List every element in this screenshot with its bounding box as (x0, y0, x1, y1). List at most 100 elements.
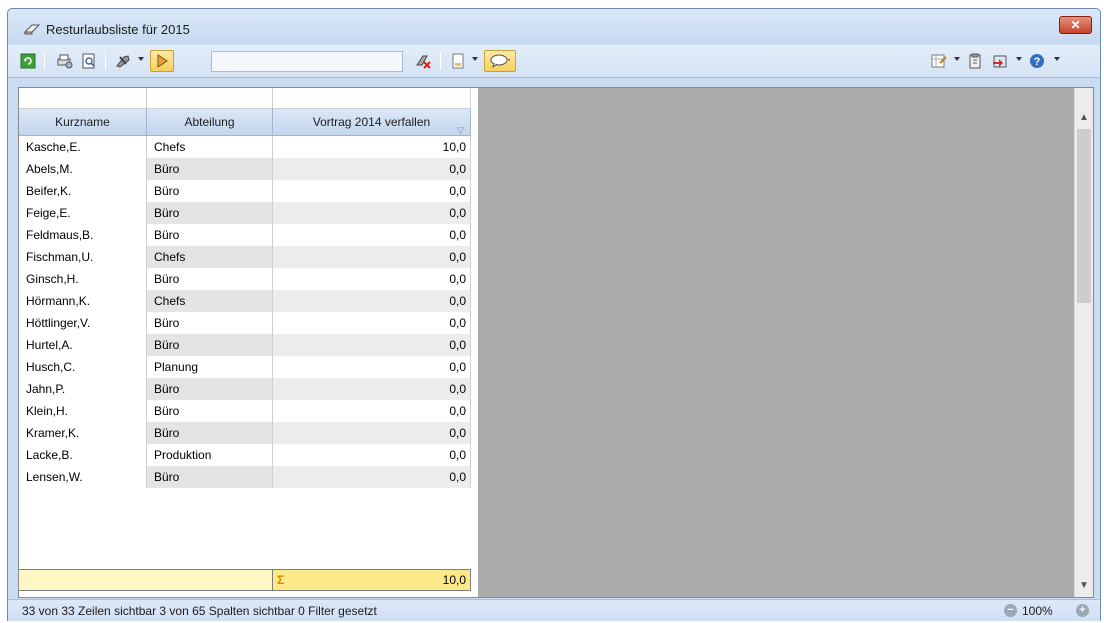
table-row[interactable]: Klein,H. Büro 0,0 (19, 400, 471, 422)
table-row[interactable]: Ginsch,H. Büro 0,0 (19, 268, 471, 290)
vortrag-cell[interactable]: 10,0 (273, 136, 471, 158)
vortrag-cell[interactable]: 0,0 (273, 400, 471, 422)
abteilung-cell[interactable]: Büro (147, 334, 273, 356)
kurzname-cell[interactable]: Husch,C. (19, 356, 147, 378)
scroll-thumb[interactable] (1077, 129, 1091, 303)
tools-icon[interactable] (112, 50, 134, 72)
vortrag-cell[interactable]: 0,0 (273, 422, 471, 444)
kurzname-cell[interactable]: Höttlinger,V. (19, 312, 147, 334)
abteilung-cell[interactable]: Büro (147, 466, 273, 488)
vortrag-cell[interactable]: 0,0 (273, 158, 471, 180)
export-dropdown-icon[interactable] (954, 57, 960, 61)
filter-icon[interactable] (150, 50, 174, 72)
document-dropdown-icon[interactable] (472, 57, 478, 61)
vortrag-cell[interactable]: 0,0 (273, 312, 471, 334)
document-icon[interactable] (448, 50, 468, 72)
abteilung-cell[interactable]: Büro (147, 312, 273, 334)
vertical-scrollbar[interactable]: ▲ ▼ (1074, 88, 1093, 597)
vortrag-cell[interactable]: 0,0 (273, 334, 471, 356)
help-icon[interactable]: ? (1026, 50, 1048, 72)
kurzname-cell[interactable]: Beifer,K. (19, 180, 147, 202)
table-row[interactable]: Fischman,U. Chefs 0,0 (19, 246, 471, 268)
window-title: Resturlaubsliste für 2015 (46, 22, 190, 37)
vortrag-cell[interactable]: 0,0 (273, 246, 471, 268)
column-header-vortrag[interactable]: Vortrag 2014 verfallen ▽ (273, 109, 471, 136)
abteilung-cell[interactable]: Büro (147, 400, 273, 422)
kurzname-cell[interactable]: Jahn,P. (19, 378, 147, 400)
abteilung-cell[interactable]: Chefs (147, 246, 273, 268)
table-body: Kasche,E. Chefs 10,0 Abels,M. Büro 0,0 Beifer,… (19, 136, 471, 569)
table-row[interactable]: Husch,C. Planung 0,0 (19, 356, 471, 378)
table-row[interactable]: Hörmann,K. Chefs 0,0 (19, 290, 471, 312)
print-preview-icon[interactable] (78, 50, 100, 72)
kurzname-cell[interactable]: Kasche,E. (19, 136, 147, 158)
vortrag-cell[interactable]: 0,0 (273, 224, 471, 246)
kurzname-cell[interactable]: Feldmaus,B. (19, 224, 147, 246)
export-icon[interactable] (928, 50, 950, 72)
vortrag-cell[interactable]: 0,0 (273, 444, 471, 466)
title-bar: Resturlaubsliste für 2015 ✕ (8, 9, 1100, 45)
column-header-kurzname[interactable]: Kurzname (19, 109, 147, 136)
kurzname-cell[interactable]: Kramer,K. (19, 422, 147, 444)
kurzname-cell[interactable]: Hurtel,A. (19, 334, 147, 356)
refresh-icon[interactable] (17, 50, 39, 72)
table-row[interactable]: Lensen,W. Büro 0,0 (19, 466, 471, 488)
help-dropdown-icon[interactable] (1054, 57, 1060, 61)
table-row[interactable]: Jahn,P. Büro 0,0 (19, 378, 471, 400)
abteilung-cell[interactable]: Büro (147, 180, 273, 202)
data-grid: Kurzname Abteilung Vortrag 2014 verfalle… (19, 88, 478, 597)
zoom-in-icon[interactable]: + (1076, 604, 1089, 617)
abteilung-cell[interactable]: Büro (147, 202, 273, 224)
abteilung-cell[interactable]: Büro (147, 378, 273, 400)
table-row[interactable]: Abels,M. Büro 0,0 (19, 158, 471, 180)
table-row[interactable]: Kasche,E. Chefs 10,0 (19, 136, 471, 158)
filter-cell[interactable] (273, 88, 471, 109)
print-setup-icon[interactable] (53, 50, 75, 72)
tools-dropdown-icon[interactable] (138, 57, 144, 61)
vortrag-cell[interactable]: 0,0 (273, 290, 471, 312)
scroll-down-icon[interactable]: ▼ (1075, 577, 1093, 595)
kurzname-cell[interactable]: Abels,M. (19, 158, 147, 180)
sum-row: Σ 10,0 (19, 569, 471, 591)
comment-icon[interactable] (484, 50, 516, 72)
exit-icon[interactable] (989, 50, 1011, 72)
abteilung-cell[interactable]: Büro (147, 224, 273, 246)
kurzname-cell[interactable]: Ginsch,H. (19, 268, 147, 290)
close-button[interactable]: ✕ (1059, 16, 1092, 34)
kurzname-cell[interactable]: Klein,H. (19, 400, 147, 422)
abteilung-cell[interactable]: Produktion (147, 444, 273, 466)
vortrag-cell[interactable]: 0,0 (273, 268, 471, 290)
abteilung-cell[interactable]: Chefs (147, 136, 273, 158)
clipboard-icon[interactable] (965, 50, 985, 72)
table-row[interactable]: Lacke,B. Produktion 0,0 (19, 444, 471, 466)
abteilung-cell[interactable]: Planung (147, 356, 273, 378)
remove-filter-icon[interactable] (411, 50, 435, 72)
exit-dropdown-icon[interactable] (1016, 57, 1022, 61)
vortrag-cell[interactable]: 0,0 (273, 202, 471, 224)
table-row[interactable]: Höttlinger,V. Büro 0,0 (19, 312, 471, 334)
vortrag-cell[interactable]: 0,0 (273, 180, 471, 202)
abteilung-cell[interactable]: Büro (147, 422, 273, 444)
abteilung-cell[interactable]: Büro (147, 268, 273, 290)
abteilung-cell[interactable]: Büro (147, 158, 273, 180)
kurzname-cell[interactable]: Lacke,B. (19, 444, 147, 466)
table-row[interactable]: Feldmaus,B. Büro 0,0 (19, 224, 471, 246)
kurzname-cell[interactable]: Fischman,U. (19, 246, 147, 268)
filter-cell[interactable] (147, 88, 273, 109)
table-row[interactable]: Beifer,K. Büro 0,0 (19, 180, 471, 202)
table-row[interactable]: Hurtel,A. Büro 0,0 (19, 334, 471, 356)
kurzname-cell[interactable]: Hörmann,K. (19, 290, 147, 312)
table-row[interactable]: Kramer,K. Büro 0,0 (19, 422, 471, 444)
scroll-up-icon[interactable]: ▲ (1075, 109, 1093, 127)
abteilung-cell[interactable]: Chefs (147, 290, 273, 312)
kurzname-cell[interactable]: Feige,E. (19, 202, 147, 224)
vortrag-cell[interactable]: 0,0 (273, 378, 471, 400)
vortrag-cell[interactable]: 0,0 (273, 466, 471, 488)
search-input[interactable] (211, 51, 403, 72)
vortrag-cell[interactable]: 0,0 (273, 356, 471, 378)
zoom-out-icon[interactable]: − (1004, 604, 1017, 617)
filter-cell[interactable] (19, 88, 147, 109)
table-row[interactable]: Feige,E. Büro 0,0 (19, 202, 471, 224)
column-header-abteilung[interactable]: Abteilung (147, 109, 273, 136)
kurzname-cell[interactable]: Lensen,W. (19, 466, 147, 488)
